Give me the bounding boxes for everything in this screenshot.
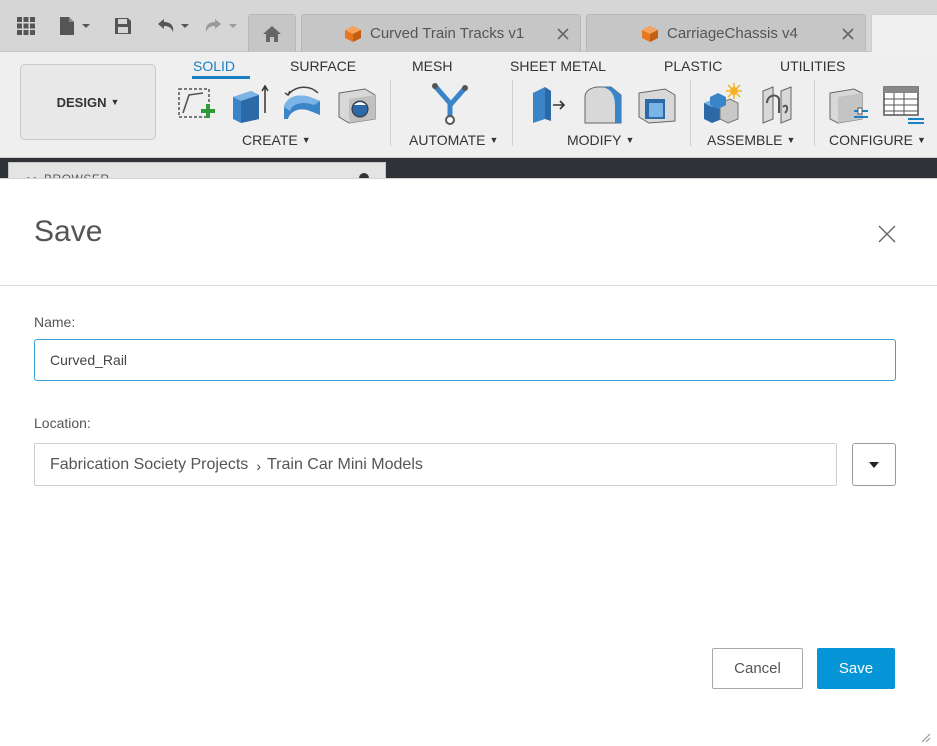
home-tab[interactable] (248, 14, 296, 52)
revolve-icon[interactable] (280, 82, 324, 126)
name-label: Name: (34, 314, 76, 330)
caret-down-icon: ▼ (625, 135, 635, 145)
active-tab-indicator (192, 76, 250, 79)
press-pull-icon[interactable] (526, 82, 570, 126)
close-tab-icon[interactable] (835, 27, 861, 40)
tab-label: Curved Train Tracks v1 (370, 25, 525, 42)
tab-plastic[interactable]: PLASTIC (664, 58, 722, 74)
file-menu-button[interactable] (54, 12, 94, 40)
automate-group-label[interactable]: AUTOMATE ▼ (409, 132, 498, 148)
name-input[interactable] (34, 339, 896, 381)
document-tab-carriage-chassis[interactable]: CarriageChassis v4 (586, 14, 866, 52)
create-sketch-icon[interactable] (174, 82, 218, 126)
configure-label: CONFIGURE (829, 132, 913, 148)
caret-down-icon (869, 461, 879, 468)
breadcrumb-chevron-icon: › (256, 457, 261, 474)
automate-icon[interactable] (428, 82, 472, 126)
extrude-icon[interactable] (226, 82, 270, 126)
workspace-label: DESIGN (56, 94, 107, 110)
active-document-tab[interactable] (871, 14, 937, 52)
joint-icon[interactable] (756, 82, 800, 126)
location-label: Location: (34, 415, 91, 431)
assemble-label: ASSEMBLE (707, 132, 783, 148)
title-bar: Curved Train Tracks v1 CarriageChassis v… (0, 0, 937, 52)
create-label: CREATE (242, 132, 298, 148)
group-divider (690, 80, 691, 146)
undo-icon[interactable] (152, 12, 192, 40)
design-cube-icon (344, 25, 362, 43)
create-group-label[interactable]: CREATE ▼ (242, 132, 311, 148)
toolbar-ribbon: DESIGN ▼ SOLID SURFACE MESH SHEET METAL P… (0, 52, 937, 158)
dialog-divider (0, 285, 937, 286)
document-tab-curved-train-tracks[interactable]: Curved Train Tracks v1 (301, 14, 581, 52)
fillet-icon[interactable] (580, 82, 624, 126)
configure-group-label[interactable]: CONFIGURE ▼ (829, 132, 926, 148)
save-disk-icon[interactable] (110, 12, 136, 40)
group-divider (512, 80, 513, 146)
redo-icon[interactable] (200, 12, 240, 40)
resize-grip-icon[interactable] (919, 730, 931, 743)
caret-down-icon: ▼ (301, 135, 311, 145)
modify-label: MODIFY (567, 132, 622, 148)
location-dropdown-button[interactable] (852, 443, 896, 486)
close-icon[interactable] (876, 223, 898, 245)
group-divider (390, 80, 391, 146)
tab-solid[interactable]: SOLID (193, 58, 235, 74)
design-cube-icon (641, 25, 659, 43)
configure-parameters-icon[interactable] (826, 82, 870, 126)
save-button[interactable]: Save (817, 648, 895, 689)
caret-down-icon: ▼ (917, 135, 926, 145)
home-icon (263, 25, 281, 42)
close-tab-icon[interactable] (550, 27, 576, 40)
modify-group-label[interactable]: MODIFY ▼ (567, 132, 634, 148)
caret-down-icon: ▼ (786, 135, 796, 145)
shell-icon[interactable] (634, 82, 678, 126)
assemble-group-label[interactable]: ASSEMBLE ▼ (707, 132, 795, 148)
caret-down-icon: ▼ (110, 97, 120, 107)
automate-label: AUTOMATE (409, 132, 486, 148)
configuration-table-icon[interactable] (880, 82, 924, 126)
tab-sheet-metal[interactable]: SHEET METAL (510, 58, 606, 74)
dialog-title: Save (34, 215, 103, 248)
group-divider (814, 80, 815, 146)
tab-surface[interactable]: SURFACE (290, 58, 356, 74)
tab-mesh[interactable]: MESH (412, 58, 452, 74)
hole-icon[interactable] (334, 82, 378, 126)
grid-menu-icon[interactable] (12, 12, 40, 40)
location-folder: Train Car Mini Models (266, 455, 423, 473)
new-component-icon[interactable] (700, 82, 744, 126)
caret-down-icon: ▼ (489, 135, 499, 145)
workspace-switcher-button[interactable]: DESIGN ▼ (20, 64, 156, 140)
cancel-button[interactable]: Cancel (712, 648, 803, 689)
tab-utilities[interactable]: UTILITIES (780, 58, 845, 74)
tab-label: CarriageChassis v4 (667, 25, 798, 42)
location-project: Fabrication Society Projects (50, 455, 249, 473)
location-field[interactable]: Fabrication Society Projects › Train Car… (34, 443, 837, 486)
save-dialog: Save Name: Location: Fabrication Society… (0, 178, 937, 746)
